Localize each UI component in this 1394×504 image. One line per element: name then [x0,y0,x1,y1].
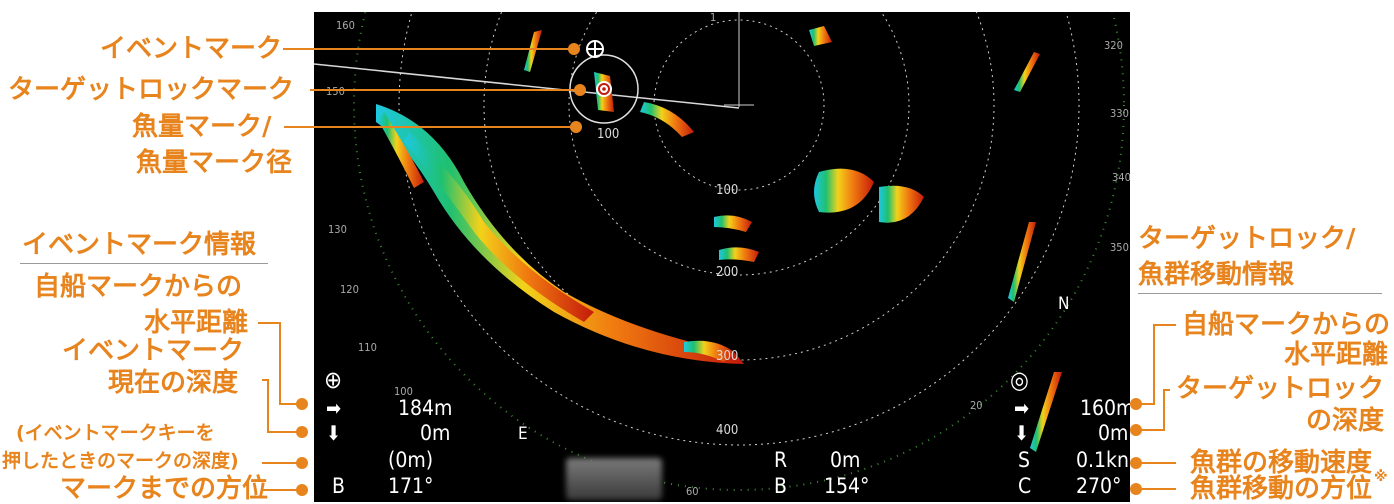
range-label-400: 400 [716,423,739,438]
echo-returns [376,26,1062,452]
target-depth: 0m [1098,421,1129,445]
target-speed: 0.1kn [1076,448,1129,472]
range-label-100: 100 [716,183,739,198]
label-tl-depth-2: の深度 [1306,406,1385,436]
echo-cluster-right [814,168,874,213]
label-school-bearing: 魚群移動の方位 [1190,474,1373,504]
event-info-header-underline [20,263,268,264]
arrow-down-icon: ⬇ [326,421,342,445]
label-own-ship-dist-1: 自船マークからの [34,272,243,302]
own-ship-cross [724,12,754,107]
event-distance: 184m [398,396,453,420]
center-r-label: R [774,448,788,472]
echo-right-streak-2 [1030,372,1062,452]
label-target-lock-mark: ターゲットロックマーク [8,75,295,105]
target-lock-mark-shape [596,81,612,97]
bearing-label: 20 [970,399,983,412]
event-mark-info-icon: ⊕ [324,366,343,394]
bearing-label: 340 [1112,171,1130,184]
compass-east: E [518,424,528,444]
echo-cluster-right-2 [879,185,924,223]
center-b-label: B [774,474,787,498]
label-target-info-1: ターゲットロック/ [1138,224,1356,254]
label-event-depth-1: イベントマーク [62,336,245,366]
event-depth: 0m [420,421,451,445]
sonar-display: 100 100 200 300 400 160 150 130 120 110 … [314,12,1130,502]
label-event-mark: イベントマーク [100,34,283,64]
echo-center-2 [719,247,759,262]
target-info-header-underline [1138,293,1382,294]
event-depth-at-key: (0m) [388,448,434,472]
echo-center-1 [714,215,752,232]
label-bearing-to-mark: マークまでの方位 [60,474,269,504]
label-fish-amount-1: 魚量マーク/ [132,112,272,142]
event-bearing-label: B [332,474,345,498]
bearing-label: 150 [326,85,345,98]
bearing-label: 1 [710,12,717,24]
event-bearing: 171° [388,474,434,498]
echo-right-top [1014,52,1040,92]
label-event-depth-2: 現在の深度 [108,368,239,398]
bearing-label: 160 [336,19,355,32]
label-event-info-header: イベントマーク情報 [22,230,257,260]
bearing-label: 320 [1104,39,1123,52]
label-school-speed: 魚群の移動速度 [1190,448,1373,478]
echo-band-main [376,104,744,364]
range-label-300: 300 [716,349,739,364]
event-mark-shape [586,40,604,58]
label-fish-amount-2: 魚量マーク径 [136,148,293,178]
echo-right-streak [1008,222,1036,302]
label-own-ship-dist-2: 水平距離 [144,308,249,338]
bearing-label: 330 [1110,107,1129,120]
target-course: 270° [1076,474,1122,498]
label-tl-depth-1: ターゲットロック [1176,374,1385,404]
target-lock-info-icon: ◎ [1010,366,1029,394]
echo-top-b [809,26,832,46]
label-event-key-2: 押したときのマークの深度) [2,450,239,472]
target-course-label: C [1018,474,1032,498]
label-event-key-1: (イベントマークキーを [16,422,215,444]
range-label-200: 200 [716,265,739,280]
bearing-label: 110 [358,341,377,354]
bearing-label: 120 [340,283,359,296]
bearing-label: 130 [328,223,347,236]
target-distance: 160m [1080,396,1130,420]
echo-top-a [524,30,542,72]
arrow-right-icon: ➡ [1014,396,1030,420]
blurred-area [566,458,662,500]
echo-streak-top [640,102,694,137]
compass-north: N [1058,294,1070,314]
arrow-down-icon: ⬇ [1014,421,1030,445]
bearing-label: 60 [686,485,699,498]
target-speed-label: S [1018,448,1030,472]
label-note-mark: ※ [1374,469,1388,485]
center-b-value: 154° [824,474,870,498]
label-tl-dist-2: 水平距離 [1284,340,1389,370]
arrow-right-icon: ➡ [326,396,342,420]
center-r-value: 0m [830,448,861,472]
label-target-info-2: 魚群移動情報 [1138,260,1295,290]
range-label-100-fish: 100 [597,127,620,142]
label-tl-dist-1: 自船マークからの [1182,310,1391,340]
bearing-label: 350 [1110,241,1129,254]
